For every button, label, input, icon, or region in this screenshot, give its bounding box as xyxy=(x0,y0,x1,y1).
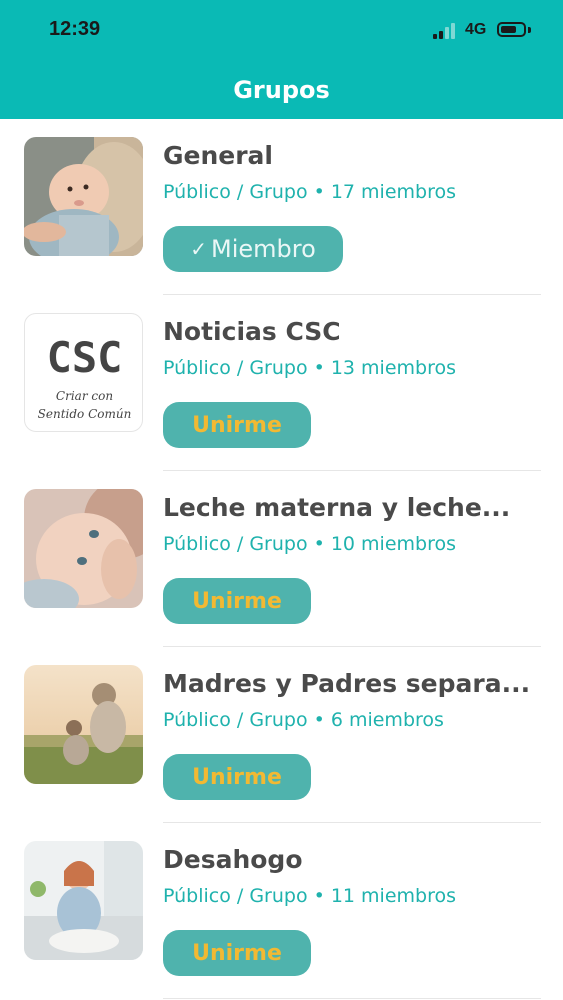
group-privacy: Público / Grupo xyxy=(163,885,308,907)
group-members-count: 11 miembros xyxy=(330,885,457,907)
group-meta: Público / Grupo • 6 miembros xyxy=(163,709,444,731)
member-button-label: Miembro xyxy=(210,235,316,263)
logo-subtitle-1: Criar con xyxy=(56,389,113,403)
join-button[interactable]: Unirme xyxy=(163,402,311,448)
join-button[interactable]: Unirme xyxy=(163,578,311,624)
group-meta: Público / Grupo • 17 miembros xyxy=(163,181,457,203)
join-button[interactable]: Unirme xyxy=(163,754,311,800)
group-meta: Público / Grupo • 10 miembros xyxy=(163,533,457,555)
group-row[interactable]: General Público / Grupo • 17 miembros ✓ Mi… xyxy=(0,119,563,295)
group-name[interactable]: General xyxy=(163,141,538,170)
logo-subtitle-2: Sentido Común xyxy=(38,407,132,421)
group-row[interactable]: Desahogo Público / Grupo • 11 miembros Uni… xyxy=(0,823,563,999)
member-button[interactable]: ✓ Miembro xyxy=(163,226,343,272)
group-members-count: 6 miembros xyxy=(330,709,444,731)
group-row[interactable]: Leche materna y leche... Público / Grupo… xyxy=(0,471,563,647)
group-privacy: Público / Grupo xyxy=(163,357,308,379)
battery-icon xyxy=(497,22,526,37)
status-time: 12:39 xyxy=(49,18,101,40)
group-privacy: Público / Grupo xyxy=(163,181,308,203)
group-members-count: 17 miembros xyxy=(330,181,457,203)
app-header: 12:39 4G Grupos xyxy=(0,0,563,119)
group-meta: Público / Grupo • 11 miembros xyxy=(163,885,457,907)
checkmark-icon: ✓ xyxy=(190,237,207,261)
group-row[interactable]: CSC Criar con Sentido Común Noticias CSC… xyxy=(0,295,563,471)
group-image-mother-child xyxy=(24,665,143,784)
logo-text: CSC xyxy=(47,333,123,382)
group-image-breastfeeding xyxy=(24,489,143,608)
group-privacy: Público / Grupo xyxy=(163,533,308,555)
group-name[interactable]: Noticias CSC xyxy=(163,317,538,346)
status-bar: 12:39 4G xyxy=(0,0,563,62)
page-title: Grupos xyxy=(233,76,330,104)
join-button[interactable]: Unirme xyxy=(163,930,311,976)
group-image-stressed-woman xyxy=(24,841,143,960)
battery-cap xyxy=(528,27,531,33)
groups-list: General Público / Grupo • 17 miembros ✓ Mi… xyxy=(0,119,563,999)
group-row[interactable]: Madres y Padres separa... Público / Grup… xyxy=(0,647,563,823)
group-members-count: 10 miembros xyxy=(330,533,457,555)
group-meta: Público / Grupo • 13 miembros xyxy=(163,357,457,379)
group-image-baby xyxy=(24,137,143,256)
network-label: 4G xyxy=(465,21,487,38)
group-name[interactable]: Madres y Padres separa... xyxy=(163,669,538,698)
signal-icon xyxy=(433,22,459,39)
group-name[interactable]: Desahogo xyxy=(163,845,538,874)
divider xyxy=(163,998,541,999)
group-privacy: Público / Grupo xyxy=(163,709,308,731)
group-members-count: 13 miembros xyxy=(330,357,457,379)
group-name[interactable]: Leche materna y leche... xyxy=(163,493,538,522)
group-image-csc-logo: CSC Criar con Sentido Común xyxy=(24,313,143,432)
